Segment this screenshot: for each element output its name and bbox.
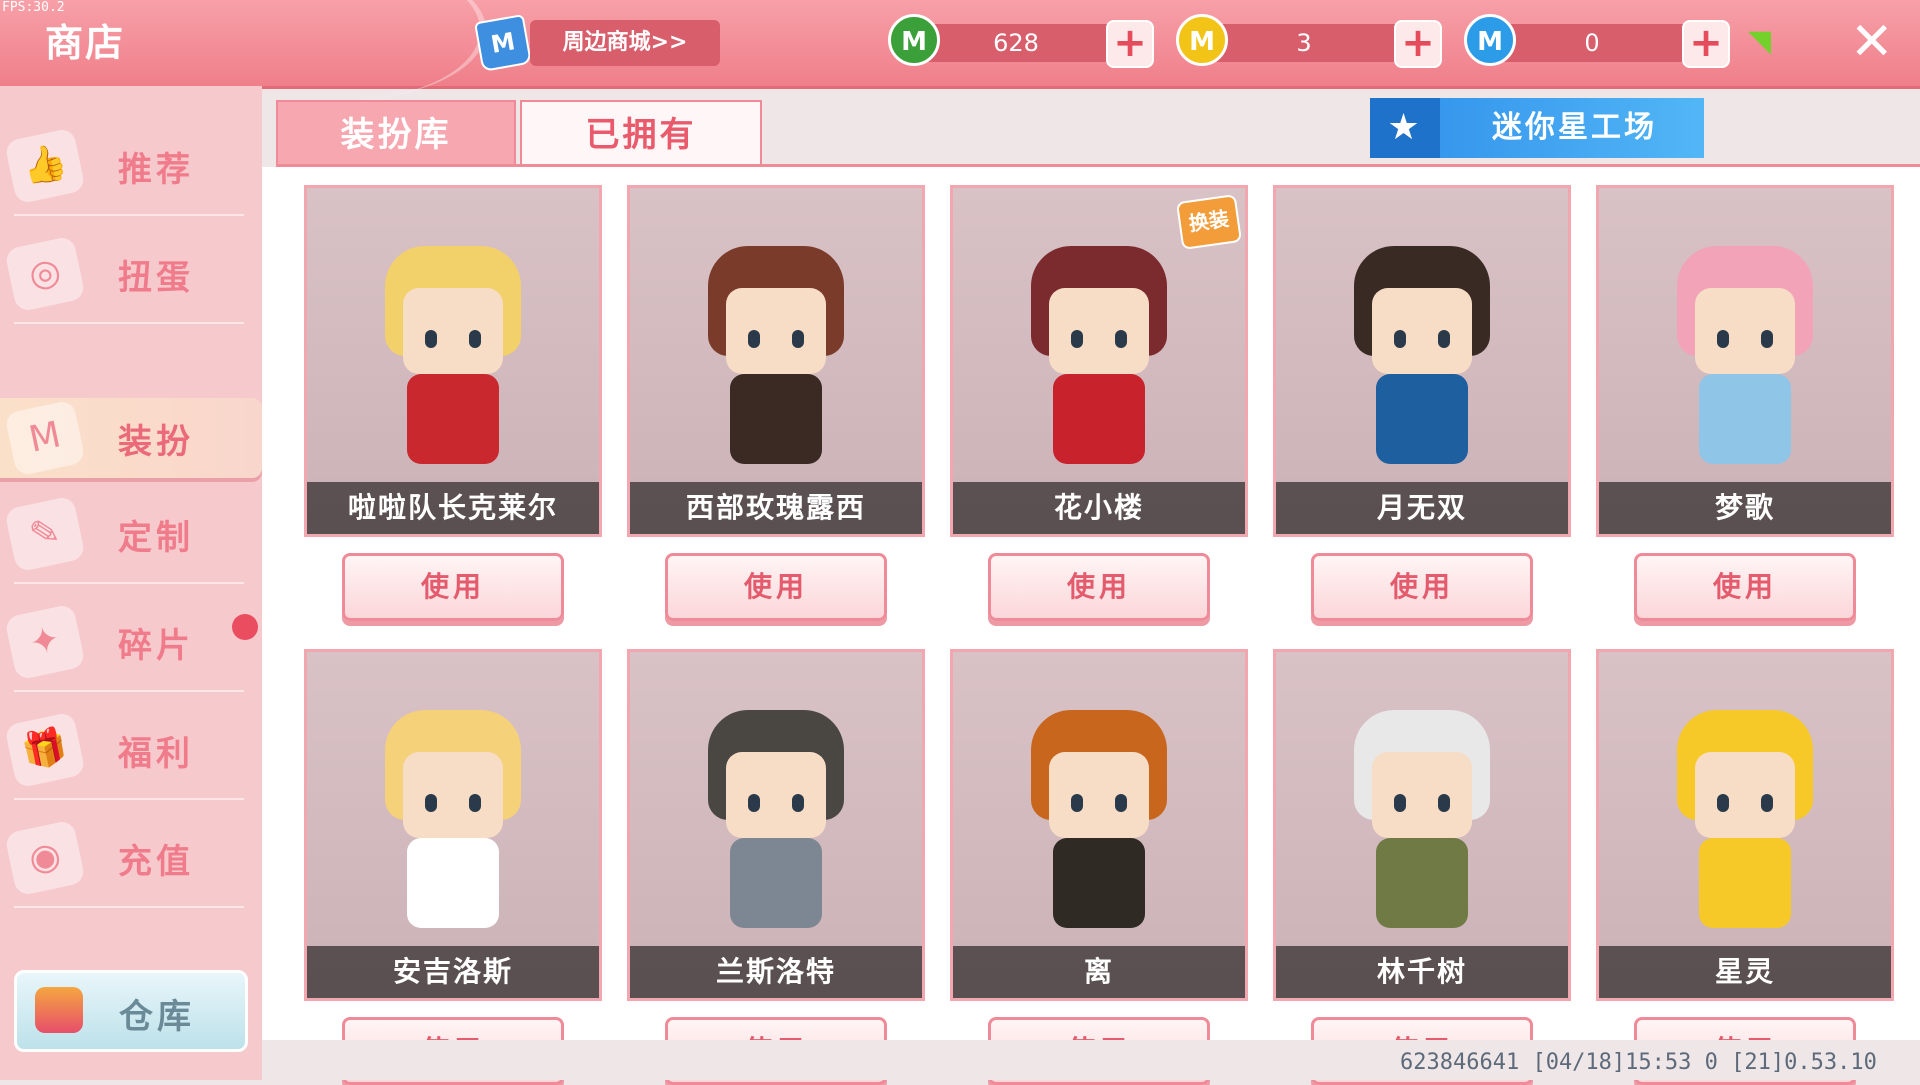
sidebar-item-fragments[interactable]: ✦ 碎片 — [0, 592, 262, 692]
sidebar-item-dressup[interactable]: M 装扮 — [0, 398, 262, 478]
pencil-icon: ✎ — [4, 495, 86, 573]
character-figure — [1663, 702, 1827, 932]
tab-costume-library[interactable]: 装扮库 — [276, 100, 516, 168]
character-figure — [694, 702, 858, 932]
sidebar-item-label: 福利 — [118, 734, 194, 774]
character-figure — [1663, 238, 1827, 468]
currency-value: 0 — [1584, 29, 1600, 57]
top-bar: FPS:30.2 商店 M 周边商城>> M 628 + M 3 + M 0 +… — [0, 0, 1920, 100]
notification-dot — [232, 614, 258, 640]
costume-name: 花小楼 — [953, 482, 1245, 534]
costume-card[interactable]: 换装 花小楼 — [950, 185, 1248, 537]
gift-icon: 🎁 — [4, 711, 86, 789]
costume-name: 啦啦队长克莱尔 — [307, 482, 599, 534]
shopping-bag-icon: M — [474, 14, 532, 72]
currency-value: 628 — [993, 29, 1039, 57]
character-figure — [1340, 238, 1504, 468]
costume-card[interactable]: 月无双 — [1273, 185, 1571, 537]
sidebar-item-welfare[interactable]: 🎁 福利 — [0, 700, 262, 800]
build-info: 623846641 [04/18]15:53 0 [21]0.53.10 — [1400, 1050, 1877, 1075]
use-button[interactable]: 使用 — [988, 553, 1210, 621]
sidebar-item-label: 充值 — [118, 842, 194, 882]
use-button[interactable]: 使用 — [1634, 553, 1856, 621]
thumbs-up-icon: 👍 — [4, 127, 86, 205]
workshop-label: 迷你星工场 — [1492, 110, 1657, 145]
costume-card[interactable]: 啦啦队长克莱尔 — [304, 185, 602, 537]
character-figure — [1017, 702, 1181, 932]
shirt-icon: M — [4, 399, 86, 477]
tab-owned[interactable]: 已拥有 — [520, 100, 762, 168]
sidebar-item-label: 碎片 — [118, 626, 194, 666]
sidebar-item-recharge[interactable]: ◉ 充值 — [0, 808, 262, 908]
capsule-icon: ◎ — [4, 235, 86, 313]
costume-card[interactable]: 梦歌 — [1596, 185, 1894, 537]
mini-star-workshop-button[interactable]: ★ 迷你星工场 — [1370, 98, 1704, 158]
use-button[interactable]: 使用 — [665, 553, 887, 621]
costume-name: 离 — [953, 946, 1245, 998]
sidebar-item-recommend[interactable]: 👍 推荐 — [0, 116, 262, 216]
costume-grid: 啦啦队长克莱尔 使用 西部玫瑰露西 使用 换装 花小楼 使用 月无双 使用 梦歌… — [262, 167, 1920, 1085]
costume-name: 兰斯洛特 — [630, 946, 922, 998]
warehouse-button[interactable]: 仓库 — [14, 970, 248, 1052]
character-figure — [1017, 238, 1181, 468]
sidebar-item-customize[interactable]: ✎ 定制 — [0, 484, 262, 584]
costume-name: 梦歌 — [1599, 482, 1891, 534]
character-figure — [694, 238, 858, 468]
warehouse-label: 仓库 — [119, 997, 195, 1037]
costume-card[interactable]: 林千树 — [1273, 649, 1571, 1001]
character-figure — [371, 238, 535, 468]
coins-icon: ◉ — [4, 819, 86, 897]
character-figure — [371, 702, 535, 932]
merch-mall-button[interactable]: M 周边商城>> — [474, 14, 726, 72]
costume-name: 月无双 — [1276, 482, 1568, 534]
sidebar-item-label: 装扮 — [118, 422, 194, 462]
chest-icon — [35, 987, 83, 1033]
costume-card[interactable]: 西部玫瑰露西 — [627, 185, 925, 537]
use-button[interactable]: 使用 — [342, 553, 564, 621]
costume-name: 星灵 — [1599, 946, 1891, 998]
sidebar-item-gacha[interactable]: ◎ 扭蛋 — [0, 224, 262, 324]
sidebar: 👍 推荐 ◎ 扭蛋 M 装扮 ✎ 定制 ✦ 碎片 🎁 福利 ◉ 充值 — [0, 86, 262, 1080]
page-title: 商店 — [45, 21, 126, 65]
currency-value: 3 — [1296, 29, 1312, 57]
costume-card[interactable]: 兰斯洛特 — [627, 649, 925, 1001]
sidebar-item-label: 扭蛋 — [118, 258, 194, 298]
star-icon: ★ — [1370, 98, 1440, 158]
signal-icon: ◥ — [1748, 24, 1772, 59]
close-icon[interactable]: ✕ — [1850, 12, 1894, 72]
decorative-arc — [200, 0, 486, 100]
costume-card[interactable]: 离 — [950, 649, 1248, 1001]
character-figure — [1340, 702, 1504, 932]
fragment-icon: ✦ — [4, 603, 86, 681]
costume-name: 林千树 — [1276, 946, 1568, 998]
use-button[interactable]: 使用 — [1311, 553, 1533, 621]
costume-name: 西部玫瑰露西 — [630, 482, 922, 534]
sidebar-item-label: 定制 — [118, 518, 194, 558]
costume-tag-badge: 换装 — [1175, 194, 1243, 250]
merch-mall-label: 周边商城>> — [530, 20, 720, 66]
costume-card[interactable]: 安吉洛斯 — [304, 649, 602, 1001]
costume-card[interactable]: 星灵 — [1596, 649, 1894, 1001]
sidebar-item-label: 推荐 — [118, 150, 194, 190]
costume-name: 安吉洛斯 — [307, 946, 599, 998]
